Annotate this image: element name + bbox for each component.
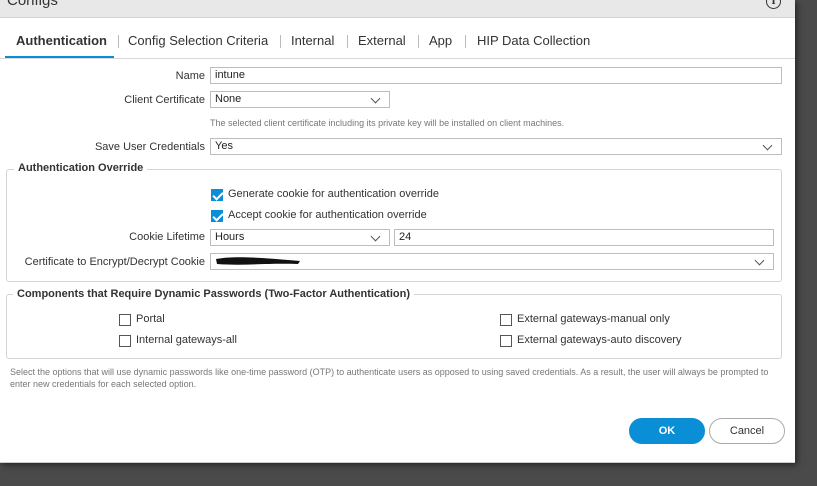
chevron-down-icon bbox=[370, 93, 381, 104]
tab-separator bbox=[280, 35, 281, 48]
external-gateways-manual-label: External gateways-manual only bbox=[517, 313, 670, 325]
name-label: Name bbox=[175, 70, 205, 82]
chevron-down-icon bbox=[762, 140, 773, 151]
external-gateways-manual-checkbox[interactable] bbox=[500, 314, 512, 326]
tab-config-selection-criteria[interactable]: Config Selection Criteria bbox=[128, 33, 268, 48]
client-certificate-label: Client Certificate bbox=[124, 94, 205, 106]
portal-label: Portal bbox=[136, 313, 165, 325]
tab-external[interactable]: External bbox=[358, 33, 406, 48]
generate-cookie-checkbox[interactable] bbox=[211, 189, 223, 201]
chevron-down-icon bbox=[370, 231, 381, 242]
tab-separator bbox=[118, 35, 119, 48]
accept-cookie-label: Accept cookie for authentication overrid… bbox=[228, 209, 427, 221]
internal-gateways-all-checkbox[interactable] bbox=[119, 335, 131, 347]
save-user-credentials-label: Save User Credentials bbox=[94, 141, 205, 153]
tab-authentication[interactable]: Authentication bbox=[16, 33, 107, 48]
tab-internal[interactable]: Internal bbox=[291, 33, 334, 48]
client-certificate-value: None bbox=[215, 93, 242, 105]
dialog-titlebar: Configs i bbox=[0, 0, 795, 18]
external-gateways-auto-checkbox[interactable] bbox=[500, 335, 512, 347]
two-factor-legend: Components that Require Dynamic Password… bbox=[13, 288, 414, 300]
configs-dialog: Configs i Authentication Config Selectio… bbox=[0, 0, 795, 463]
generate-cookie-label: Generate cookie for authentication overr… bbox=[228, 188, 439, 200]
certificate-cookie-label: Certificate to Encrypt/Decrypt Cookie bbox=[24, 256, 205, 268]
two-factor-footnote: Select the options that will use dynamic… bbox=[10, 367, 769, 389]
ok-button[interactable]: OK bbox=[629, 418, 705, 444]
active-tab-indicator bbox=[5, 56, 114, 58]
name-field[interactable]: intune bbox=[210, 67, 782, 84]
tab-bar: Authentication Config Selection Criteria… bbox=[0, 17, 795, 59]
cookie-lifetime-label: Cookie Lifetime bbox=[129, 231, 205, 243]
tab-hip-data-collection[interactable]: HIP Data Collection bbox=[477, 33, 590, 48]
redacted-value-scribble bbox=[216, 257, 300, 265]
save-user-credentials-select[interactable]: Yes bbox=[210, 138, 782, 155]
info-icon[interactable]: i bbox=[766, 0, 781, 9]
authentication-override-legend: Authentication Override bbox=[14, 162, 148, 174]
tab-separator bbox=[418, 35, 419, 48]
tab-app[interactable]: App bbox=[429, 33, 452, 48]
tab-separator bbox=[465, 35, 466, 48]
client-certificate-hint: The selected client certificate includin… bbox=[210, 118, 565, 128]
chevron-down-icon bbox=[754, 255, 765, 266]
client-certificate-select[interactable]: None bbox=[210, 91, 390, 108]
cookie-lifetime-unit-value: Hours bbox=[215, 231, 245, 243]
save-user-credentials-value: Yes bbox=[215, 140, 233, 152]
tab-separator bbox=[347, 35, 348, 48]
two-factor-group bbox=[6, 294, 782, 359]
accept-cookie-checkbox[interactable] bbox=[211, 210, 223, 222]
cancel-button[interactable]: Cancel bbox=[709, 418, 785, 444]
internal-gateways-all-label: Internal gateways-all bbox=[136, 334, 237, 346]
cookie-lifetime-unit-select[interactable]: Hours bbox=[210, 229, 390, 246]
portal-checkbox[interactable] bbox=[119, 314, 131, 326]
dialog-title: Configs bbox=[7, 0, 58, 9]
cookie-lifetime-input[interactable]: 24 bbox=[394, 229, 774, 246]
external-gateways-auto-label: External gateways-auto discovery bbox=[517, 334, 682, 346]
